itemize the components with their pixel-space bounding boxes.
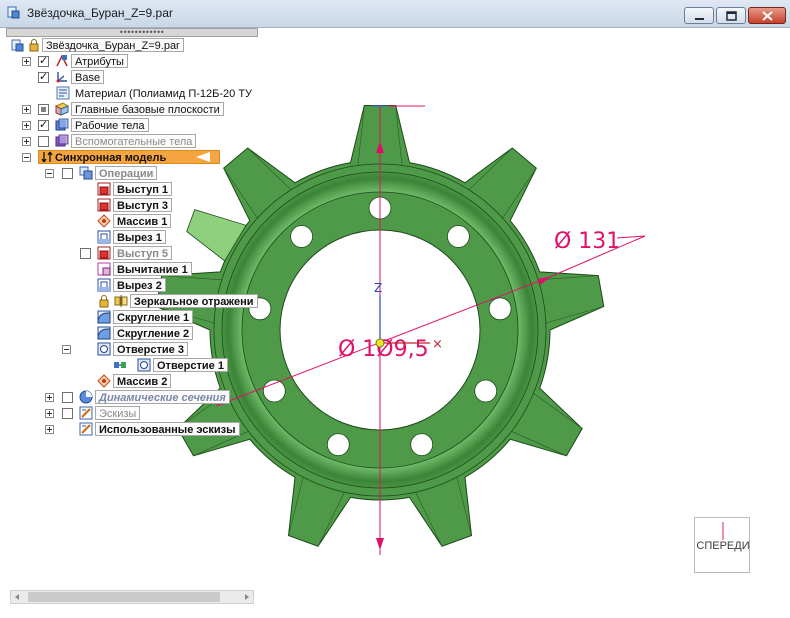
mounting-hole[interactable] bbox=[488, 297, 512, 321]
bodies-label: Рабочие тела bbox=[71, 118, 149, 132]
expand-icon[interactable] bbox=[22, 121, 31, 130]
mounting-hole[interactable] bbox=[474, 379, 498, 403]
aux-body-icon bbox=[55, 134, 69, 147]
dyn-sections-label: Динамические сечения bbox=[95, 390, 230, 404]
coordinate-system-icon bbox=[56, 72, 67, 83]
sketch-icon bbox=[79, 406, 93, 420]
feature-label: Вырез 2 bbox=[113, 278, 166, 292]
sync-model-label: Синхронная модель bbox=[38, 150, 220, 164]
feature-label: Вырез 1 bbox=[113, 230, 166, 244]
mounting-hole[interactable] bbox=[446, 225, 470, 248]
visibility-checkbox[interactable] bbox=[62, 392, 73, 403]
part-document-icon bbox=[7, 6, 20, 19]
window-titlebar: Звёздочка_Буран_Z=9.par bbox=[0, 0, 790, 28]
subtract-feature-icon bbox=[97, 262, 111, 276]
material-label: Материал (Полиамид П-12Б-20 ТУ bbox=[75, 88, 253, 100]
collapse-icon[interactable] bbox=[45, 169, 54, 178]
expand-icon[interactable] bbox=[22, 105, 31, 114]
feature-label: Массив 1 bbox=[113, 214, 172, 228]
mounting-hole[interactable] bbox=[326, 433, 350, 457]
visibility-checkbox[interactable] bbox=[38, 104, 49, 115]
visibility-checkbox[interactable] bbox=[80, 248, 91, 259]
attributes-label: Атрибуты bbox=[71, 54, 128, 68]
visibility-checkbox[interactable] bbox=[38, 136, 49, 147]
sync-model-icon bbox=[41, 151, 53, 163]
base-label: Base bbox=[71, 70, 105, 84]
feature-tree: Звёздочка_Буран_Z=9.par Атрибуты Base Ма… bbox=[0, 37, 260, 587]
pathfinder-header[interactable]: •••••••••••• bbox=[6, 28, 258, 37]
mounting-hole[interactable] bbox=[290, 225, 314, 248]
material-icon bbox=[56, 86, 70, 100]
view-label: СПЕРЕДИ bbox=[696, 540, 750, 552]
pointer-arrow-icon bbox=[196, 152, 210, 162]
cutout-feature-icon bbox=[97, 278, 111, 292]
section-icon bbox=[79, 390, 93, 404]
operations-icon bbox=[79, 166, 93, 180]
outer-diameter-label: Ø 131 bbox=[554, 229, 620, 254]
lock-icon bbox=[99, 295, 109, 308]
protrusion-feature-icon bbox=[97, 246, 111, 260]
protrusion-feature-icon bbox=[97, 198, 111, 212]
collapse-icon[interactable] bbox=[22, 153, 31, 162]
aux-bodies-label: Вспомогательные тела bbox=[71, 134, 197, 148]
feature-label: Массив 2 bbox=[113, 374, 172, 388]
view-cube[interactable]: СПЕРЕДИ bbox=[694, 517, 750, 573]
z-axis-label: Z bbox=[374, 281, 382, 295]
tree-horizontal-scrollbar[interactable] bbox=[10, 590, 254, 604]
operations-label: Операции bbox=[95, 166, 158, 180]
sketch-icon bbox=[79, 422, 93, 436]
visibility-checkbox[interactable] bbox=[38, 54, 49, 67]
expand-icon[interactable] bbox=[45, 409, 54, 418]
attributes-icon bbox=[56, 54, 68, 67]
close-button[interactable] bbox=[748, 7, 786, 24]
origin-marker-icon bbox=[375, 338, 385, 348]
expand-icon[interactable] bbox=[22, 137, 31, 146]
planes-icon bbox=[55, 102, 69, 116]
collapse-icon[interactable] bbox=[62, 345, 71, 354]
feature-label: Скругление 2 bbox=[113, 326, 194, 340]
window-title: Звёздочка_Буран_Z=9.par bbox=[27, 6, 173, 20]
lock-icon bbox=[29, 39, 39, 52]
visibility-checkbox[interactable] bbox=[38, 118, 49, 131]
feature-label: Зеркальное отражени bbox=[130, 294, 258, 308]
scrollbar-thumb[interactable] bbox=[28, 592, 220, 602]
feature-label: Отверстие 1 bbox=[153, 358, 228, 372]
feature-label: Отверстие 3 bbox=[113, 342, 188, 356]
visibility-checkbox[interactable] bbox=[62, 168, 73, 179]
visibility-checkbox[interactable] bbox=[38, 70, 49, 83]
round-feature-icon bbox=[97, 310, 111, 324]
minimize-button[interactable] bbox=[684, 7, 714, 24]
hole-feature-icon bbox=[97, 342, 111, 356]
round-feature-icon bbox=[97, 326, 111, 340]
maximize-button[interactable] bbox=[716, 7, 746, 24]
hole-feature-icon bbox=[137, 358, 151, 372]
expand-icon[interactable] bbox=[45, 393, 54, 402]
sketches-label: Эскизы bbox=[95, 406, 141, 420]
scroll-right-icon[interactable] bbox=[243, 593, 251, 601]
root-label: Звёздочка_Буран_Z=9.par bbox=[42, 38, 184, 52]
link-icon bbox=[114, 362, 126, 368]
protrusion-feature-icon bbox=[97, 182, 111, 196]
base-planes-label: Главные базовые плоскости bbox=[71, 102, 224, 116]
feature-label: Вычитание 1 bbox=[113, 262, 192, 276]
pattern-feature-icon bbox=[97, 374, 111, 388]
feature-label: Выступ 3 bbox=[113, 198, 173, 212]
grip-icon[interactable]: •••••••••••• bbox=[119, 29, 165, 37]
expand-icon[interactable] bbox=[45, 425, 54, 434]
feature-label: Выступ 1 bbox=[113, 182, 173, 196]
mirror-feature-icon bbox=[114, 295, 128, 307]
dim-arrow-icon bbox=[376, 538, 384, 550]
used-sketches-label: Использованные эскизы bbox=[95, 422, 240, 436]
mounting-hole[interactable] bbox=[410, 433, 434, 457]
body-icon bbox=[55, 118, 69, 131]
part-icon bbox=[11, 39, 24, 52]
pattern-feature-icon bbox=[97, 214, 111, 228]
cutout-feature-icon bbox=[97, 230, 111, 244]
visibility-checkbox[interactable] bbox=[62, 408, 73, 419]
feature-label: Выступ 5 bbox=[113, 246, 173, 260]
x-axis-marker: × bbox=[432, 337, 443, 352]
expand-icon[interactable] bbox=[22, 57, 31, 66]
scroll-left-icon[interactable] bbox=[13, 593, 21, 601]
feature-label: Скругление 1 bbox=[113, 310, 194, 324]
